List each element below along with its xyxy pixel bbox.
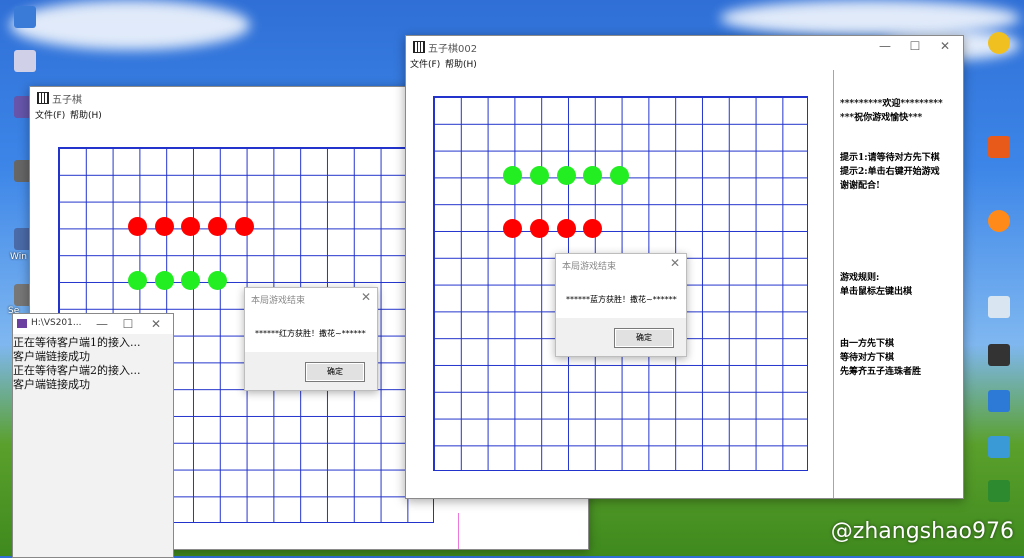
window-title: 五子棋 [52, 95, 82, 106]
close-icon[interactable]: ✕ [361, 290, 371, 304]
dialog-footer: 确定 [556, 318, 686, 356]
menu-file[interactable]: 文件(F) [410, 57, 440, 70]
maximize-icon[interactable]: ☐ [115, 316, 141, 332]
green-stone [557, 166, 576, 185]
green-stone [610, 166, 629, 185]
dialog-title: 本局游戏结束 [562, 262, 617, 272]
console-title: H:\VS201... [31, 318, 82, 328]
console-line: 客户端链接成功 [13, 378, 90, 391]
desktop-file-icon[interactable] [14, 6, 36, 28]
minimize-icon[interactable]: — [872, 38, 898, 54]
cloud [10, 0, 250, 50]
game-over-dialog: 本局游戏结束 ✕ ******蓝方获胜！撒花~****** 确定 [555, 253, 687, 357]
red-stone [530, 219, 549, 238]
close-icon[interactable]: ✕ [670, 256, 680, 270]
red-stone [181, 217, 200, 236]
tip-text: 谢谢配合! [840, 181, 880, 191]
desktop-star-icon[interactable] [988, 32, 1010, 54]
red-stone [128, 217, 147, 236]
tip-text: 提示1:请等待对方先下棋 [840, 153, 940, 163]
watermark: @zhangshao976 [830, 519, 1014, 544]
close-icon[interactable]: ✕ [143, 316, 169, 332]
info-panel: *********欢迎********* ***祝你游戏愉快*** 提示1:请等… [840, 94, 958, 394]
desktop-app-icon[interactable] [988, 480, 1010, 502]
gomoku-app-icon [413, 41, 425, 53]
menu-help[interactable]: 帮助(H) [70, 108, 102, 121]
rules-title: 游戏规则: [840, 273, 880, 283]
dialog-title: 本局游戏结束 [251, 296, 306, 306]
red-stone [557, 219, 576, 238]
title-bar[interactable]: 五子棋002 — ☐ ✕ [406, 36, 963, 56]
turn-text: 由一方先下棋 [840, 339, 895, 349]
green-stone [583, 166, 602, 185]
console-title-bar[interactable]: H:\VS201... — ☐ ✕ [13, 314, 173, 334]
desktop-label: Win [10, 252, 27, 262]
panel-divider [833, 70, 834, 498]
maximize-icon[interactable]: ☐ [902, 38, 928, 54]
red-stone [583, 219, 602, 238]
turn-text: 先筹齐五子连珠者胜 [840, 367, 922, 377]
welcome-text: *********欢迎********* [840, 99, 943, 109]
welcome-text: ***祝你游戏愉快*** [840, 113, 923, 123]
dialog-message: ******红方获胜！撒花~****** [255, 329, 366, 338]
green-stone [530, 166, 549, 185]
green-stone [128, 271, 147, 290]
green-stone [155, 271, 174, 290]
ok-button[interactable]: 确定 [305, 362, 365, 382]
green-stone [208, 271, 227, 290]
red-stone [503, 219, 522, 238]
game-over-dialog: 本局游戏结束 ✕ ******红方获胜！撒花~****** 确定 [244, 287, 378, 391]
red-stone [208, 217, 227, 236]
dialog-message: ******蓝方获胜！撒花~****** [566, 295, 677, 304]
console-window: H:\VS201... — ☐ ✕ 正在等待客户端1的接入... 客户端链接成功… [12, 313, 174, 558]
turn-text: 等待对方下棋 [840, 353, 895, 363]
rules-text: 单击鼠标左键出棋 [840, 287, 913, 297]
desktop-recycle-icon[interactable] [988, 296, 1010, 318]
desktop-app-icon[interactable] [988, 136, 1010, 158]
desktop-app-icon[interactable] [988, 436, 1010, 458]
panel-divider [458, 513, 459, 549]
desktop-app-icon[interactable] [988, 390, 1010, 412]
close-icon[interactable]: ✕ [932, 38, 958, 54]
menu-file[interactable]: 文件(F) [35, 108, 65, 121]
desktop-app-icon[interactable] [988, 210, 1010, 232]
tip-text: 提示2:单击右键开始游戏 [840, 167, 940, 177]
window-title: 五子棋002 [428, 44, 478, 55]
desktop-app-icon[interactable] [14, 50, 36, 72]
red-stone [235, 217, 254, 236]
desktop-unity-icon[interactable] [988, 344, 1010, 366]
red-stone [155, 217, 174, 236]
green-stone [503, 166, 522, 185]
menu-help[interactable]: 帮助(H) [445, 57, 477, 70]
green-stone [181, 271, 200, 290]
ok-button[interactable]: 确定 [614, 328, 674, 348]
dialog-footer: 确定 [245, 352, 377, 390]
menu-bar: 文件(F) 帮助(H) [406, 56, 963, 70]
console-icon [17, 319, 27, 328]
minimize-icon[interactable]: — [89, 316, 115, 332]
gomoku-app-icon [37, 92, 49, 104]
